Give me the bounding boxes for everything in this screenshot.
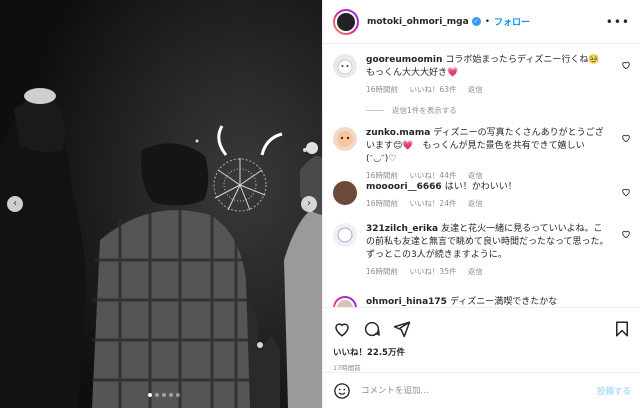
view-replies-button[interactable]: 返信1件を表示する	[366, 105, 457, 116]
person-center-shirt	[92, 210, 250, 408]
more-icon[interactable]: •••	[606, 15, 630, 29]
reply-button[interactable]: 返信	[468, 267, 483, 276]
likes-count[interactable]: いいね！22.5万件	[333, 346, 631, 358]
comment-likes[interactable]: いいね！24件	[409, 199, 456, 208]
previous-slide-button[interactable]: ‹	[7, 196, 23, 212]
emoji-icon[interactable]	[333, 382, 351, 400]
mouse-ears-headband	[24, 88, 56, 104]
fireworks-photo	[0, 0, 322, 408]
comment-time[interactable]: 16時間前	[366, 199, 398, 208]
carousel-dot	[162, 393, 166, 397]
carousel-indicator	[148, 393, 180, 397]
post-photo: ‹ ›	[0, 0, 322, 408]
comment-input[interactable]	[361, 385, 597, 396]
comment-time[interactable]: 16時間前	[366, 267, 398, 276]
follow-button[interactable]: フォロー	[494, 15, 530, 28]
comment-username[interactable]: gooreumoomin	[366, 55, 442, 65]
comment-username[interactable]: moooori__6666	[366, 182, 442, 192]
comment-username[interactable]: zunko.mama	[366, 128, 430, 138]
comment-likes[interactable]: いいね！35件	[409, 267, 456, 276]
post-header: motoki_ohmori_mga ✓ • フォロー •••	[323, 0, 640, 44]
commenter-avatar[interactable]	[333, 54, 357, 78]
commenter-avatar[interactable]	[333, 127, 357, 151]
commenter-avatar[interactable]	[333, 296, 357, 307]
header-separator: •	[484, 16, 490, 27]
chevron-left-icon: ‹	[13, 198, 17, 209]
heart-icon[interactable]	[621, 133, 631, 143]
carousel-dot	[169, 393, 173, 397]
comment-time[interactable]: 16時間前	[366, 85, 398, 94]
add-comment-bar: 投稿する	[323, 372, 640, 408]
post-side-panel: motoki_ohmori_mga ✓ • フォロー ••• gooreumoo…	[322, 0, 640, 408]
comments-list: gooreumoomin コラボ始まったらディズニー行くね🥹 もっくん大大大好き💗…	[323, 45, 640, 307]
comment-likes[interactable]: いいね！63件	[409, 85, 456, 94]
heart-icon[interactable]	[621, 60, 631, 70]
post-comment-button[interactable]: 投稿する	[597, 385, 631, 397]
share-icon[interactable]	[393, 320, 411, 338]
heart-icon[interactable]	[333, 320, 351, 338]
heart-icon[interactable]	[621, 229, 631, 239]
author-username[interactable]: motoki_ohmori_mga	[367, 17, 469, 27]
carousel-dot	[176, 393, 180, 397]
reply-button[interactable]: 返信	[468, 171, 483, 180]
comment-text: はい！かわいい！	[444, 182, 517, 192]
comment-icon[interactable]	[363, 320, 381, 338]
reply-button[interactable]: 返信	[468, 85, 483, 94]
person-center-head	[141, 143, 209, 206]
comment-time[interactable]: 16時間前	[366, 171, 398, 180]
verified-icon: ✓	[471, 17, 481, 26]
comment-text: ディズニー満喫できたかな	[449, 297, 558, 307]
chevron-right-icon: ›	[307, 198, 311, 209]
commenter-avatar[interactable]	[333, 181, 357, 205]
next-slide-button[interactable]: ›	[301, 196, 317, 212]
heart-icon[interactable]	[621, 187, 631, 197]
comment-likes[interactable]: いいね！44件	[409, 171, 456, 180]
carousel-dot	[148, 393, 152, 397]
carousel-dot	[155, 393, 159, 397]
post-actions: いいね！22.5万件 17時間前	[323, 307, 640, 372]
comment-username[interactable]: ohmori_hina175	[366, 297, 447, 307]
post-timestamp[interactable]: 17時間前	[333, 362, 631, 372]
bookmark-icon[interactable]	[613, 320, 631, 338]
commenter-avatar[interactable]	[333, 223, 357, 247]
comment-username[interactable]: 321zilch_erika	[366, 224, 438, 234]
reply-button[interactable]: 返信	[468, 199, 483, 208]
author-avatar[interactable]	[333, 8, 359, 35]
view-replies-label: 返信1件を表示する	[392, 106, 457, 115]
